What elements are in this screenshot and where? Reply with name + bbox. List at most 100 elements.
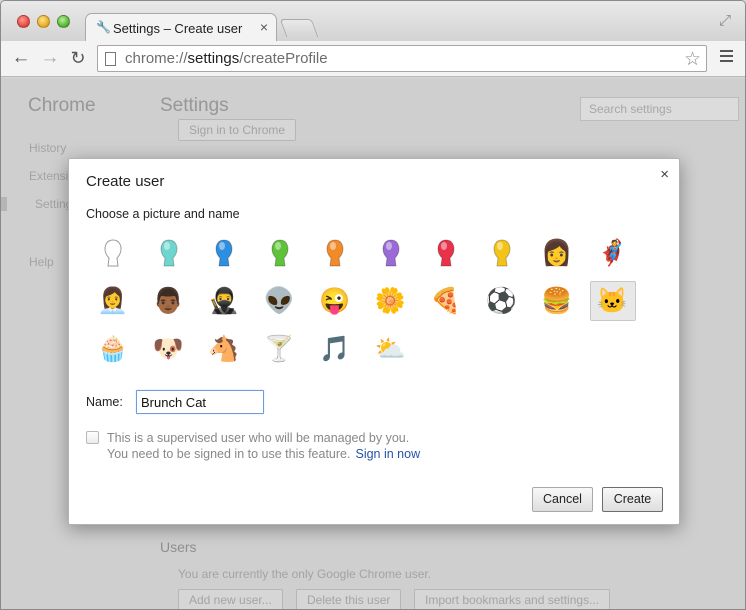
cupcake-icon: 🧁 — [97, 334, 129, 363]
search-settings-input[interactable]: Search settings — [580, 97, 739, 121]
music-note-icon: 🎵 — [319, 334, 351, 363]
head-silhouette-icon — [215, 239, 233, 267]
back-arrow-icon[interactable]: ← — [10, 47, 32, 69]
avatar-man[interactable]: 👨🏾 — [146, 281, 192, 321]
avatar-burger[interactable]: 🍔 — [534, 281, 580, 321]
supervised-user-checkbox[interactable] — [86, 431, 99, 444]
sign-in-now-link[interactable]: Sign in now — [355, 447, 420, 461]
head-silhouette-icon — [104, 239, 122, 267]
fullscreen-icon[interactable]: ⤢ — [719, 12, 731, 29]
tab-title: Settings – Create user — [113, 21, 243, 36]
avatar-superhero[interactable]: 🦸 — [590, 233, 636, 273]
head-silhouette-icon — [492, 239, 511, 267]
avatar-soccer-ball[interactable]: ⚽ — [479, 281, 525, 321]
superhero-icon: 🦸 — [596, 238, 629, 267]
avatar-cat[interactable]: 🐱 — [589, 281, 636, 321]
reload-icon[interactable]: ↻ — [67, 47, 89, 69]
app-title: Chrome — [28, 95, 96, 116]
avatar-green-head[interactable] — [257, 233, 303, 273]
zoom-window-button[interactable] — [57, 15, 70, 28]
close-window-button[interactable] — [17, 15, 30, 28]
add-new-user-button[interactable]: Add new user... — [178, 589, 283, 609]
avatar-purple-head[interactable] — [368, 233, 414, 273]
menu-icon[interactable] — [720, 50, 733, 65]
cat-icon: 🐱 — [596, 286, 629, 315]
avatar-horse[interactable]: 🐴 — [201, 329, 247, 369]
avatar-businesswoman[interactable]: 👩‍💼 — [90, 281, 136, 321]
avatar-red-head[interactable] — [423, 233, 469, 273]
blonde-woman-icon: 👩 — [541, 238, 573, 267]
sun-cloud-icon: ⛅ — [374, 334, 407, 363]
avatar-pizza[interactable]: 🍕 — [423, 281, 469, 321]
signin-note-text: You need to be signed in to use this fea… — [107, 447, 351, 461]
wrench-icon: 🔧 — [96, 20, 111, 34]
avatar-blue-head[interactable] — [201, 233, 247, 273]
create-user-dialog: Create user × Choose a picture and name … — [68, 158, 680, 525]
toolbar: ← → ↻ chrome://settings/createProfile ☆ — [1, 41, 745, 77]
import-bookmarks-button[interactable]: Import bookmarks and settings... — [414, 589, 611, 609]
flower-icon: 🌼 — [374, 286, 407, 315]
cancel-button[interactable]: Cancel — [532, 487, 593, 512]
pizza-icon: 🍕 — [430, 286, 462, 315]
dog-icon: 🐶 — [152, 334, 185, 363]
soccer-ball-icon: ⚽ — [485, 286, 518, 315]
avatar-flower[interactable]: 🌼 — [368, 281, 414, 321]
url-scheme: chrome:// — [125, 50, 188, 67]
page-title: Settings — [160, 95, 229, 116]
head-silhouette-icon — [326, 239, 344, 267]
sidebar-item-help[interactable]: Help — [29, 255, 54, 269]
ninja-icon: 🥷 — [208, 286, 240, 315]
businesswoman-icon: 👩‍💼 — [97, 286, 129, 315]
avatar-blonde-woman[interactable]: 👩 — [534, 233, 580, 273]
dialog-subtitle: Choose a picture and name — [86, 207, 240, 221]
head-silhouette-icon — [270, 239, 289, 267]
head-silhouette-icon — [159, 239, 178, 267]
bookmark-star-icon[interactable]: ☆ — [684, 48, 701, 71]
name-label: Name: — [86, 395, 123, 409]
alien-icon: 👽 — [263, 286, 296, 315]
cocktail-icon: 🍸 — [263, 334, 296, 363]
supervised-user-label: This is a supervised user who will be ma… — [107, 431, 410, 445]
forward-arrow-icon[interactable]: → — [39, 47, 61, 69]
smiley-icon: 😜 — [319, 286, 351, 315]
head-silhouette-icon — [437, 239, 455, 267]
minimize-window-button[interactable] — [37, 15, 50, 28]
browser-window: 🔧 Settings – Create user × ⤢ ← → ↻ chrom… — [0, 0, 746, 610]
sidebar-item-history[interactable]: History — [29, 141, 66, 155]
avatar-smiley[interactable]: 😜 — [312, 281, 358, 321]
address-bar[interactable]: chrome://settings/createProfile ☆ — [97, 45, 707, 72]
name-input[interactable] — [136, 390, 264, 414]
close-icon[interactable]: × — [660, 166, 669, 183]
avatar-yellow-head[interactable] — [479, 233, 525, 273]
burger-icon: 🍔 — [541, 286, 573, 315]
tab-settings[interactable]: 🔧 Settings – Create user × — [85, 13, 277, 42]
page-icon — [105, 52, 116, 66]
avatar-cupcake[interactable]: 🧁 — [90, 329, 136, 369]
sidebar-item-settings[interactable]: Settings — [1, 197, 78, 211]
horse-icon: 🐴 — [208, 334, 240, 363]
avatar-white-head[interactable] — [90, 233, 136, 273]
create-button[interactable]: Create — [602, 487, 663, 512]
title-bar: 🔧 Settings – Create user × ⤢ — [1, 1, 745, 42]
head-silhouette-icon — [381, 239, 400, 267]
avatar-alien[interactable]: 👽 — [257, 281, 303, 321]
dialog-title: Create user — [86, 173, 165, 190]
man-icon: 👨🏾 — [152, 286, 185, 315]
avatar-cocktail[interactable]: 🍸 — [257, 329, 303, 369]
tab-close-icon[interactable]: × — [260, 19, 268, 35]
avatar-teal-head[interactable] — [146, 233, 192, 273]
users-text: You are currently the only Google Chrome… — [178, 567, 432, 581]
sign-in-to-chrome-button[interactable]: Sign in to Chrome — [178, 119, 297, 141]
delete-user-button[interactable]: Delete this user — [296, 589, 402, 609]
avatar-ninja[interactable]: 🥷 — [201, 281, 247, 321]
avatar-orange-head[interactable] — [312, 233, 358, 273]
users-heading: Users — [160, 539, 197, 555]
new-tab-button[interactable] — [279, 19, 319, 37]
avatar-sun-cloud[interactable]: ⛅ — [368, 329, 414, 369]
avatar-music-note[interactable]: 🎵 — [312, 329, 358, 369]
url-text: chrome://settings/createProfile — [125, 50, 328, 67]
url-host: settings — [187, 50, 240, 67]
url-path: /createProfile — [239, 50, 328, 67]
avatar-dog[interactable]: 🐶 — [146, 329, 192, 369]
signin-note: You need to be signed in to use this fea… — [107, 447, 420, 461]
